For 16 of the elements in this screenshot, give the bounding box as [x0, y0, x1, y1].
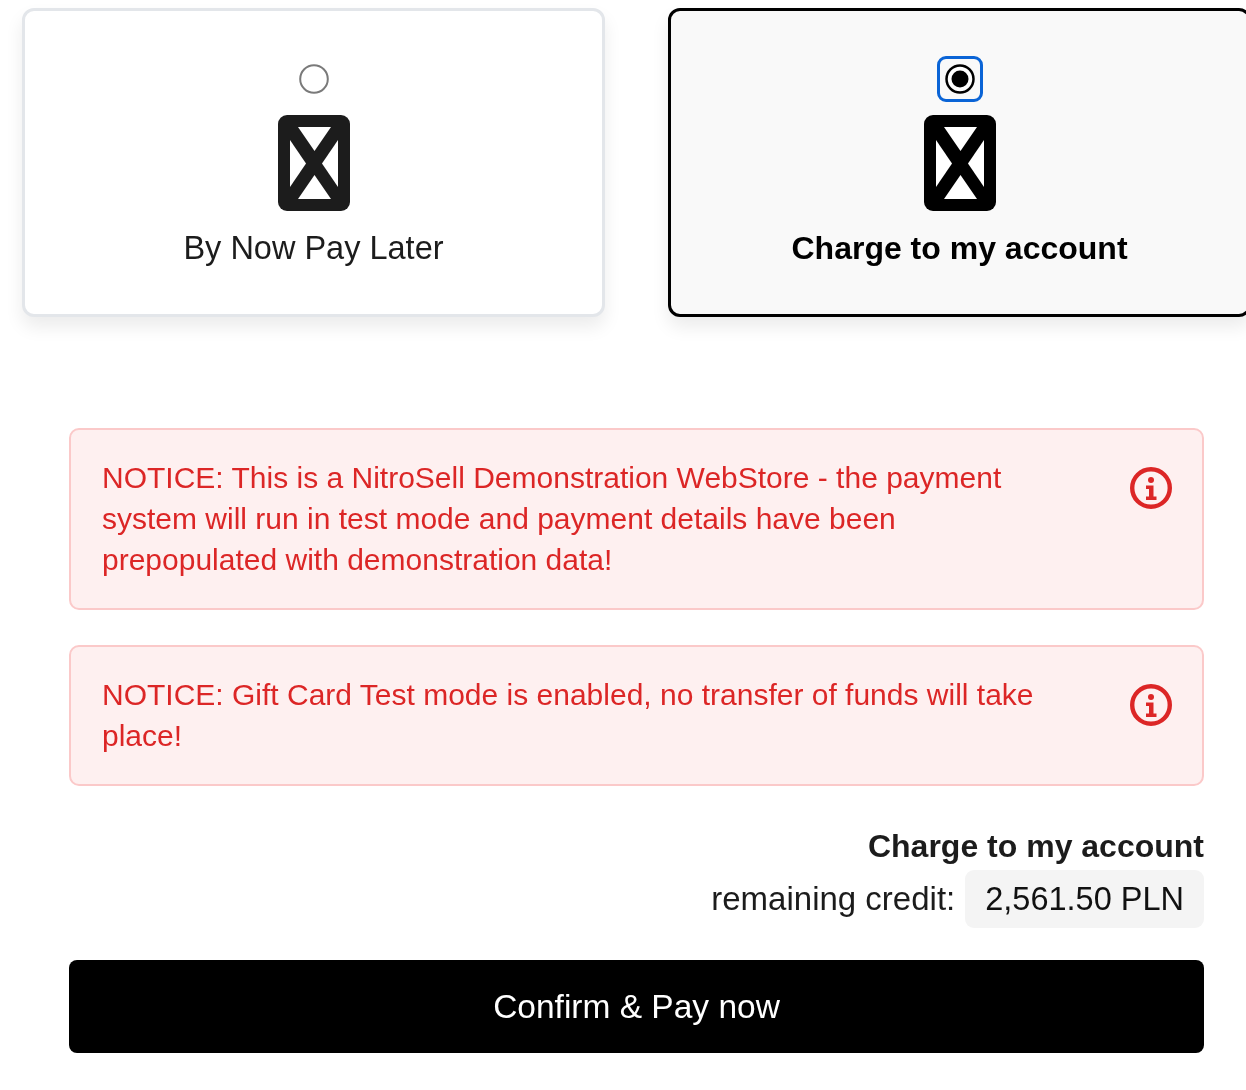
payment-option-card[interactable]: By Now Pay Later	[22, 8, 605, 317]
payment-method-title: Charge to my account	[867, 828, 1204, 864]
notice-text: NOTICE: This is a NitroSell Demonstration WebStore - the payment system will run in test mode and payment details have been prepopulated with demonstration data!	[102, 460, 1003, 578]
credit-label: remaining credit:	[711, 880, 956, 918]
option-label: Charge to my account	[791, 229, 1128, 268]
radio-button[interactable]	[936, 56, 983, 102]
info-icon	[1130, 467, 1172, 509]
radio-button[interactable]	[298, 64, 329, 94]
payment-option-card[interactable]: Charge to my account	[668, 8, 1246, 317]
confirm-pay-button[interactable]: Confirm & Pay now	[69, 960, 1204, 1053]
x-tile-icon	[277, 115, 350, 211]
x-tile-icon	[923, 115, 996, 211]
notice-text: NOTICE: Gift Card Test mode is enabled, no transfer of funds will take place!	[102, 677, 1035, 754]
option-label: By Now Pay Later	[183, 229, 444, 268]
info-icon	[1130, 684, 1172, 726]
credit-amount: 2,561.50 PLN	[965, 870, 1204, 928]
